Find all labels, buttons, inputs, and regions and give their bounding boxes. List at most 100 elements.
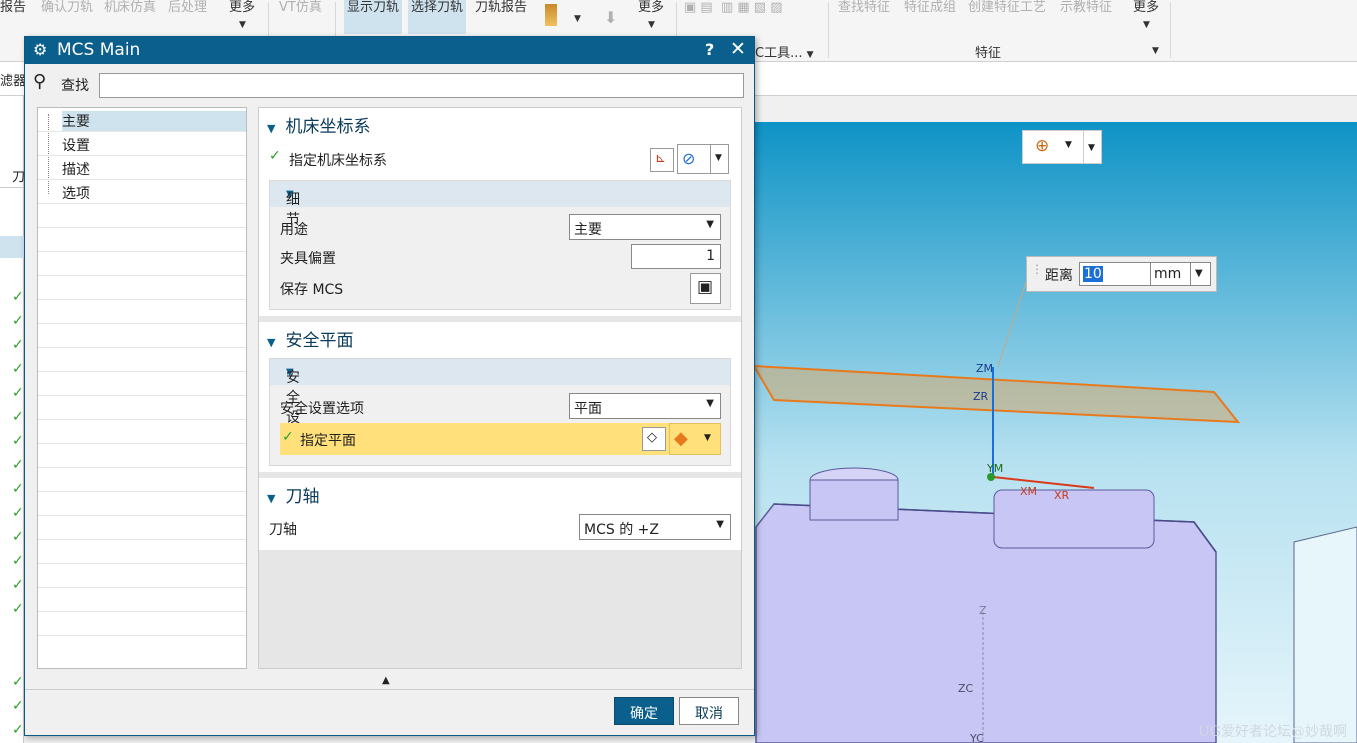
purpose-label: 用途: [280, 222, 308, 238]
ribbon-toolpath-report-button[interactable]: 刀轨报告: [475, 0, 527, 16]
tool-axis-section-header[interactable]: ▼ 刀轴: [267, 482, 319, 507]
check-icon: ✓: [12, 698, 24, 714]
ribbon-machine-sim-button[interactable]: 机床仿真: [104, 0, 156, 16]
crosshair-icon[interactable]: ⊕: [1035, 136, 1049, 156]
distance-unit[interactable]: mm: [1154, 266, 1181, 282]
axis-label-zc: ZC: [958, 682, 974, 695]
ribbon-teach-feature-button[interactable]: 示教特征: [1060, 0, 1112, 16]
chevron-down-icon[interactable]: ▼: [1065, 140, 1072, 150]
safety-plane: [754, 364, 1241, 424]
csys-icon: ⊘: [682, 149, 696, 168]
check-icon: ✓: [12, 553, 24, 569]
safety-option-label: 安全设置选项: [280, 401, 364, 417]
ribbon-more-button-3[interactable]: 更多 ▼: [1133, 0, 1159, 33]
csys-type-dropdown[interactable]: ⊘ ▼: [677, 144, 729, 174]
details-header[interactable]: ▼ 细节: [270, 181, 730, 228]
specify-mcs-label[interactable]: 指定机床坐标系: [289, 150, 387, 170]
ribbon-postprocess-button[interactable]: 后处理: [168, 0, 207, 16]
nav-item-description[interactable]: 描述: [38, 156, 246, 180]
ribbon-select-toolpath-button[interactable]: 选择刀轨: [408, 0, 467, 34]
purpose-select[interactable]: 主要 ▼: [569, 214, 721, 240]
specify-plane-row[interactable]: ✓ 指定平面 ◇ ◆ ▼: [280, 423, 721, 455]
check-icon: ✓: [12, 433, 24, 449]
check-icon: ✓: [12, 601, 24, 617]
plane-type-dropdown[interactable]: ◆ ▼: [669, 423, 721, 455]
safety-option-select[interactable]: 平面 ▼: [569, 393, 721, 419]
save-icon[interactable]: ▣: [690, 273, 721, 304]
ribbon-vt-sim-button[interactable]: VT仿真: [279, 0, 322, 16]
check-icon: ✓: [12, 481, 24, 497]
tool-icon[interactable]: [545, 4, 557, 26]
nav-item-settings[interactable]: 设置: [38, 132, 246, 156]
safety-section-header[interactable]: ▼ 安全平面: [267, 326, 353, 351]
ribbon-show-toolpath-button[interactable]: 显示刀轨: [344, 0, 403, 34]
help-button[interactable]: ?: [705, 40, 714, 59]
ribbon-more-button-2[interactable]: 更多 ▼: [638, 0, 664, 33]
cancel-button[interactable]: 取消: [679, 697, 739, 725]
details-subsection: ▼ 细节 用途 主要 ▼ 夹具偏置 1 保存 MCS ▣: [269, 180, 731, 310]
axis-label-z: Z: [979, 604, 987, 617]
chevron-down-icon[interactable]: ▼: [715, 153, 722, 163]
check-icon: ✓: [12, 505, 24, 521]
check-icon: ✓: [12, 722, 24, 738]
operation-navigator-strip: 刀 ✓ ✓ ✓ ✓ ✓ ✓ ✓ ✓ ✓ ✓ ✓ ✓ ✓ ✓ ✓ ✓ ✓: [0, 96, 25, 743]
close-button[interactable]: ✕: [730, 38, 746, 60]
mcs-main-dialog: ⚙ MCS Main ? ✕ ⚲ 查找 主要 设置 描述 选项 ▼ 机床坐标系 …: [24, 36, 755, 736]
fixture-offset-label: 夹具偏置: [280, 251, 336, 267]
csys-dialog-icon[interactable]: ⊾: [650, 148, 674, 172]
plane-icon: ◆: [674, 428, 688, 449]
find-label: 查找: [61, 78, 89, 94]
check-icon: ✓: [12, 385, 24, 401]
check-icon: ✓: [12, 457, 24, 473]
chevron-down-icon[interactable]: ▼: [1152, 42, 1159, 57]
tool-axis-select[interactable]: MCS 的 +Z ▼: [579, 514, 731, 540]
axis-label-zm: ZM: [976, 362, 994, 375]
ok-button[interactable]: 确定: [614, 697, 674, 725]
graphics-viewport[interactable]: ZM ZR YM XM XR Z ZC YC ⊕ ▼ ▼ ⋮ 距离 10 mm …: [754, 122, 1357, 743]
ribbon-create-feature-process-button[interactable]: 创建特征工艺: [968, 0, 1046, 16]
safety-section: ▼安全平面 ▼安全设置 安全设置选项 平面▼ ✓ 指定平面 ◇ ◆ ▼: [259, 322, 741, 472]
plane-dialog-icon[interactable]: ◇: [642, 427, 666, 451]
selected-row[interactable]: [0, 236, 24, 258]
check-icon: ✓: [282, 429, 294, 445]
fixture-offset-input[interactable]: 1: [631, 244, 721, 269]
safety-settings-subsection: ▼安全设置 安全设置选项 平面▼ ✓ 指定平面 ◇ ◆ ▼: [269, 358, 731, 466]
ribbon-feature-group-button[interactable]: 特征成组: [904, 0, 956, 16]
ribbon-group-label-tools[interactable]: C工具... ▼: [755, 42, 814, 61]
axis-label-zr: ZR: [973, 390, 989, 403]
filter-label[interactable]: 滤器: [0, 70, 26, 89]
axis-label-xm: XM: [1020, 485, 1038, 498]
snap-point-toolbar[interactable]: ⊕ ▼ ▼: [1022, 130, 1102, 164]
check-icon: ✓: [12, 577, 24, 593]
dialog-title: MCS Main: [57, 40, 141, 60]
nav-item-main[interactable]: 主要: [38, 108, 246, 132]
chevron-down-icon[interactable]: ▼: [574, 10, 581, 27]
leader-line: [997, 281, 1027, 368]
chevron-down-icon[interactable]: ▼: [1088, 143, 1095, 153]
mcs-section-header[interactable]: ▼ 机床坐标系: [267, 112, 370, 137]
ribbon-verify-toolpath-button[interactable]: 确认刀轨: [41, 0, 93, 16]
chevron-down-icon[interactable]: ▼: [704, 433, 711, 443]
collapse-arrow-icon[interactable]: ▲: [382, 675, 390, 686]
check-icon: ✓: [12, 529, 24, 545]
ribbon-report-button[interactable]: 报告: [0, 0, 26, 16]
ribbon-find-feature-button[interactable]: 查找特征: [838, 0, 890, 16]
ribbon-separator: [1170, 2, 1171, 58]
ribbon-group-label-feature: 特征: [975, 46, 1002, 61]
dialog-nav-list: 主要 设置 描述 选项: [37, 107, 247, 669]
dialog-content-panel: ▼ 机床坐标系 ✓ 指定机床坐标系 ⊾ ⊘ ▼ ▼ 细节 用途 主要 ▼ 夹具偏置 1…: [258, 107, 742, 669]
model-view: [754, 281, 1357, 743]
safety-settings-header[interactable]: ▼安全设置: [270, 359, 730, 446]
distance-field[interactable]: 10 mm ▼: [1079, 262, 1211, 286]
find-input[interactable]: [99, 73, 744, 98]
chevron-down-icon[interactable]: ▼: [1195, 268, 1203, 279]
check-icon: ✓: [12, 289, 24, 305]
arrow-down-icon[interactable]: ⬇: [604, 10, 617, 26]
tool-axis-label: 刀轴: [269, 522, 297, 538]
dialog-title-bar[interactable]: ⚙ MCS Main ? ✕: [25, 37, 754, 64]
drag-handle-icon[interactable]: ⋮: [1031, 262, 1043, 276]
ribbon-small-icons[interactable]: ▣ ▤ ▥ ▦ ▧ ▨: [684, 0, 783, 16]
column-header: 刀: [0, 166, 25, 188]
ribbon-more-button-1[interactable]: 更多 ▼: [229, 0, 255, 33]
nav-item-options[interactable]: 选项: [38, 180, 246, 204]
